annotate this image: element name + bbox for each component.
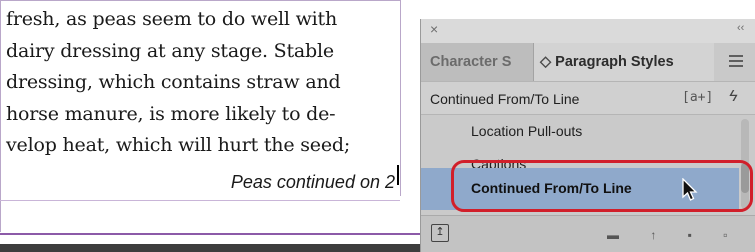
current-style-name: Continued From/To Line: [430, 91, 580, 107]
text-line: dairy dressing at any stage. Stable: [6, 39, 334, 62]
paragraph-styles-panel: × ‹‹ Character S ◇ Paragraph Styles Conti…: [420, 19, 755, 252]
tab-label: Paragraph Styles: [555, 54, 674, 70]
callout-highlight-ring: [451, 160, 753, 212]
menu-bar: [729, 60, 743, 62]
tab-arrows-icon: ◇: [540, 54, 552, 70]
load-styles-icon[interactable]: ↥: [431, 224, 449, 242]
text-line: fresh, as peas seem to do well with: [6, 8, 338, 30]
page-margin-guide: [0, 233, 430, 235]
text-frame-right-edge: [400, 0, 401, 196]
tab-paragraph-styles[interactable]: ◇ Paragraph Styles: [534, 43, 714, 81]
panel-titlebar[interactable]: × ‹‹: [421, 19, 755, 43]
story-text[interactable]: fresh, as peas seem to do well with dair…: [6, 4, 398, 162]
text-cursor: [397, 165, 399, 185]
current-style-header: Continued From/To Line [a+] ϟ: [421, 81, 755, 115]
jump-line-text[interactable]: Peas continued on 2: [150, 172, 395, 193]
text-frame-bottom-edge: [0, 200, 400, 201]
menu-bar: [729, 65, 743, 67]
list-item[interactable]: Location Pull-outs: [421, 115, 739, 147]
text-line: dressing, which contains straw and: [6, 71, 341, 93]
tab-character-styles[interactable]: Character S: [421, 43, 534, 81]
tab-label-group: ◇ Paragraph Styles: [540, 54, 674, 70]
text-line: velop heat, which will hurt the seed;: [6, 134, 351, 156]
mouse-pointer-icon: [682, 178, 698, 201]
text-line: horse manure, is more likely to de-: [6, 102, 336, 125]
text-frame-left-edge: [0, 0, 1, 232]
style-label: Location Pull-outs: [471, 123, 583, 139]
close-icon[interactable]: ×: [430, 21, 438, 37]
lightning-icon[interactable]: ϟ: [729, 88, 737, 106]
panel-action-icons[interactable]: ▬ ↑ ▪ ▫: [607, 228, 742, 242]
text-frame-top-edge: [0, 0, 400, 1]
panel-menu-icon[interactable]: [729, 55, 743, 67]
create-style-from-selection-icon[interactable]: [a+]: [682, 90, 713, 105]
tab-label: Character S: [430, 54, 512, 70]
panel-bottom-bar: ↥ ▬ ↑ ▪ ▫: [421, 215, 755, 252]
menu-bar: [729, 55, 743, 57]
collapse-panel-icon[interactable]: ‹‹: [737, 22, 744, 34]
